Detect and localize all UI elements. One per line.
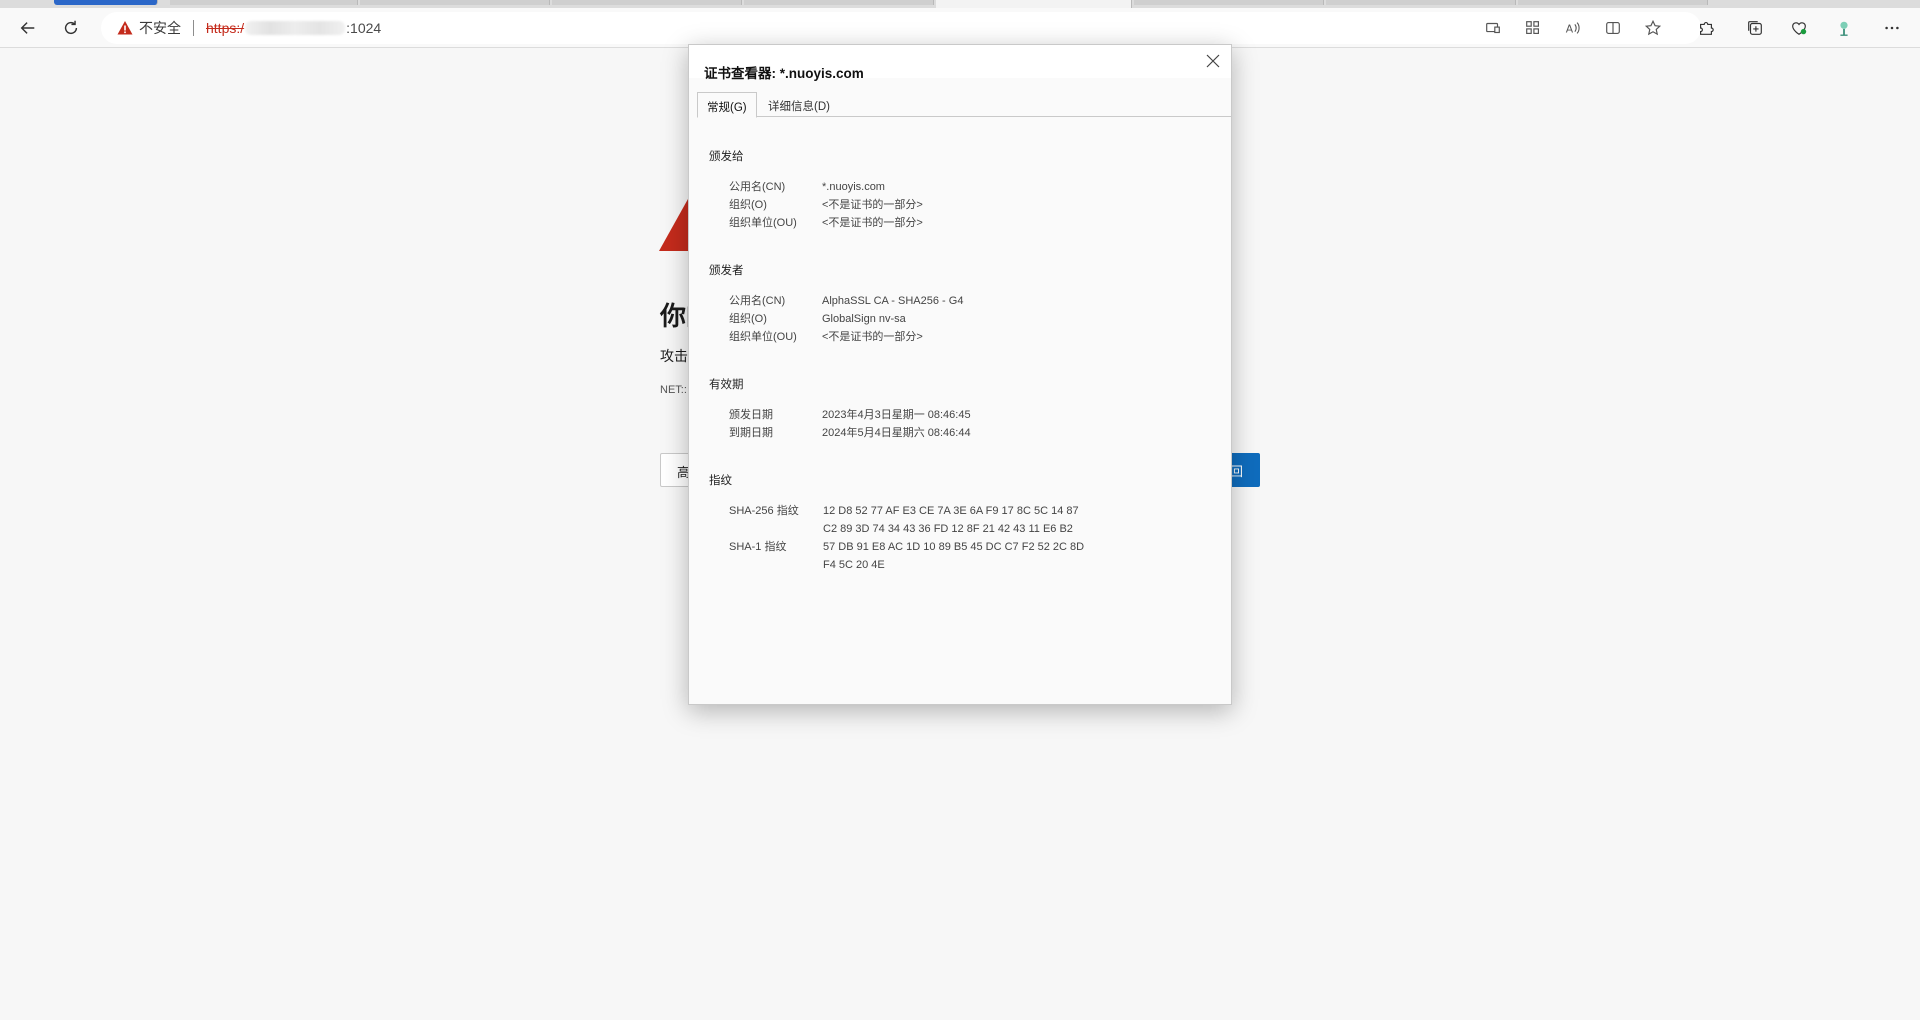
issued-to-cn-value: *.nuoyis.com bbox=[822, 181, 885, 193]
tab-strip bbox=[0, 0, 1920, 8]
app-available-button[interactable] bbox=[1477, 12, 1509, 44]
browser-tab-current[interactable] bbox=[936, 0, 1132, 8]
tab-general[interactable]: 常规(G) bbox=[697, 92, 757, 118]
app-install-icon bbox=[1486, 22, 1500, 34]
dialog-title: 证书查看器: *.nuoyis.com bbox=[704, 66, 864, 81]
dialog-tabs: 常规(G) 详细信息(D) bbox=[697, 92, 1232, 118]
browser-tab[interactable] bbox=[1326, 0, 1516, 5]
issued-by-o-value: GlobalSign nv-sa bbox=[822, 313, 906, 325]
collections-button[interactable] bbox=[1739, 12, 1771, 44]
warning-icon[interactable] bbox=[117, 20, 133, 36]
browser-tab[interactable] bbox=[360, 0, 550, 5]
address-divider bbox=[193, 20, 194, 36]
url-scheme: https:/ bbox=[206, 20, 245, 36]
issue-date-label: 颁发日期 bbox=[729, 409, 773, 421]
close-icon bbox=[1206, 54, 1220, 68]
issued-by-ou-label: 组织单位(OU) bbox=[729, 331, 797, 343]
grid-icon bbox=[1526, 21, 1539, 34]
expiry-date-value: 2024年5月4日星期六 08:46:44 bbox=[822, 427, 971, 439]
sha256-value-line1: 12 D8 52 77 AF E3 CE 7A 3E 6A F9 17 8C 5… bbox=[823, 505, 1079, 517]
tab-details[interactable]: 详细信息(D) bbox=[759, 92, 839, 117]
url-port: :1024 bbox=[346, 20, 382, 36]
heart-pulse-icon bbox=[1792, 22, 1807, 35]
browser-tab[interactable] bbox=[170, 0, 358, 5]
issued-to-ou-value: <不是证书的一部分> bbox=[822, 217, 923, 229]
issued-by-heading: 颁发者 bbox=[709, 265, 744, 277]
issued-to-ou-label: 组织单位(OU) bbox=[729, 217, 797, 229]
issued-by-cn-value: AlphaSSL CA - SHA256 - G4 bbox=[822, 295, 964, 307]
issued-by-o-label: 组织(O) bbox=[729, 313, 767, 325]
url-host-blurred bbox=[245, 21, 346, 35]
sha256-label: SHA-256 指纹 bbox=[729, 505, 799, 517]
split-screen-button[interactable] bbox=[1597, 12, 1629, 44]
favorite-button[interactable] bbox=[1637, 12, 1669, 44]
issued-to-o-value: <不是证书的一部分> bbox=[822, 199, 923, 211]
sha256-value-line2: C2 89 3D 74 34 43 36 FD 12 8F 21 42 43 1… bbox=[823, 523, 1073, 535]
split-screen-icon bbox=[1606, 22, 1620, 34]
read-aloud-icon: A bbox=[1566, 22, 1580, 36]
more-menu-button[interactable] bbox=[1876, 12, 1908, 44]
issued-by-ou-value: <不是证书的一部分> bbox=[822, 331, 923, 343]
issued-to-cn-label: 公用名(CN) bbox=[729, 181, 786, 193]
address-bar[interactable]: 不安全 https:/ :1024 bbox=[101, 12, 1701, 44]
refresh-icon bbox=[64, 20, 78, 35]
browser-tab[interactable] bbox=[744, 0, 934, 5]
dialog-header: 证书查看器: *.nuoyis.com bbox=[689, 45, 1231, 81]
issued-to-o-label: 组织(O) bbox=[729, 199, 767, 211]
browser-tab[interactable] bbox=[1518, 0, 1708, 5]
insecure-label[interactable]: 不安全 bbox=[139, 18, 181, 38]
back-button[interactable] bbox=[12, 12, 44, 44]
issued-to-heading: 颁发给 bbox=[709, 151, 744, 163]
svg-text:A: A bbox=[1566, 23, 1574, 36]
sha1-value-line2: F4 5C 20 4E bbox=[823, 559, 885, 571]
expiry-date-label: 到期日期 bbox=[729, 427, 773, 439]
collections-icon bbox=[1748, 21, 1762, 35]
error-description: 攻击 bbox=[660, 348, 688, 364]
fingerprints-heading: 指纹 bbox=[709, 475, 732, 487]
browser-toolbar: 不安全 https:/ :1024 A bbox=[0, 8, 1920, 48]
puzzle-icon bbox=[1700, 22, 1714, 35]
close-button[interactable] bbox=[1201, 49, 1225, 73]
issued-by-cn-label: 公用名(CN) bbox=[729, 295, 786, 307]
sha1-value-line1: 57 DB 91 E8 AC 1D 10 89 B5 45 DC C7 F2 5… bbox=[823, 541, 1085, 553]
profile-button[interactable] bbox=[1828, 12, 1860, 44]
star-icon bbox=[1644, 19, 1662, 36]
validity-heading: 有效期 bbox=[709, 379, 744, 391]
apps-button[interactable] bbox=[1517, 12, 1549, 44]
arrow-left-icon bbox=[20, 22, 35, 34]
browser-essentials-button[interactable] bbox=[1783, 12, 1815, 44]
ellipsis-icon bbox=[1885, 26, 1899, 30]
extensions-button[interactable] bbox=[1690, 12, 1722, 44]
tab-active-indicator[interactable] bbox=[54, 0, 158, 5]
browser-tab[interactable] bbox=[1134, 0, 1324, 5]
error-code: NET:: bbox=[660, 384, 687, 396]
sha1-label: SHA-1 指纹 bbox=[729, 541, 787, 553]
avatar-icon bbox=[1840, 21, 1848, 36]
issue-date-value: 2023年4月3日星期一 08:46:45 bbox=[822, 409, 971, 421]
certificate-viewer-dialog: 证书查看器: *.nuoyis.com 常规(G) 详细信息(D) 颁发给 公用… bbox=[688, 44, 1232, 705]
browser-tab[interactable] bbox=[552, 0, 742, 5]
refresh-button[interactable] bbox=[55, 12, 87, 44]
read-aloud-button[interactable]: A bbox=[1557, 12, 1589, 44]
